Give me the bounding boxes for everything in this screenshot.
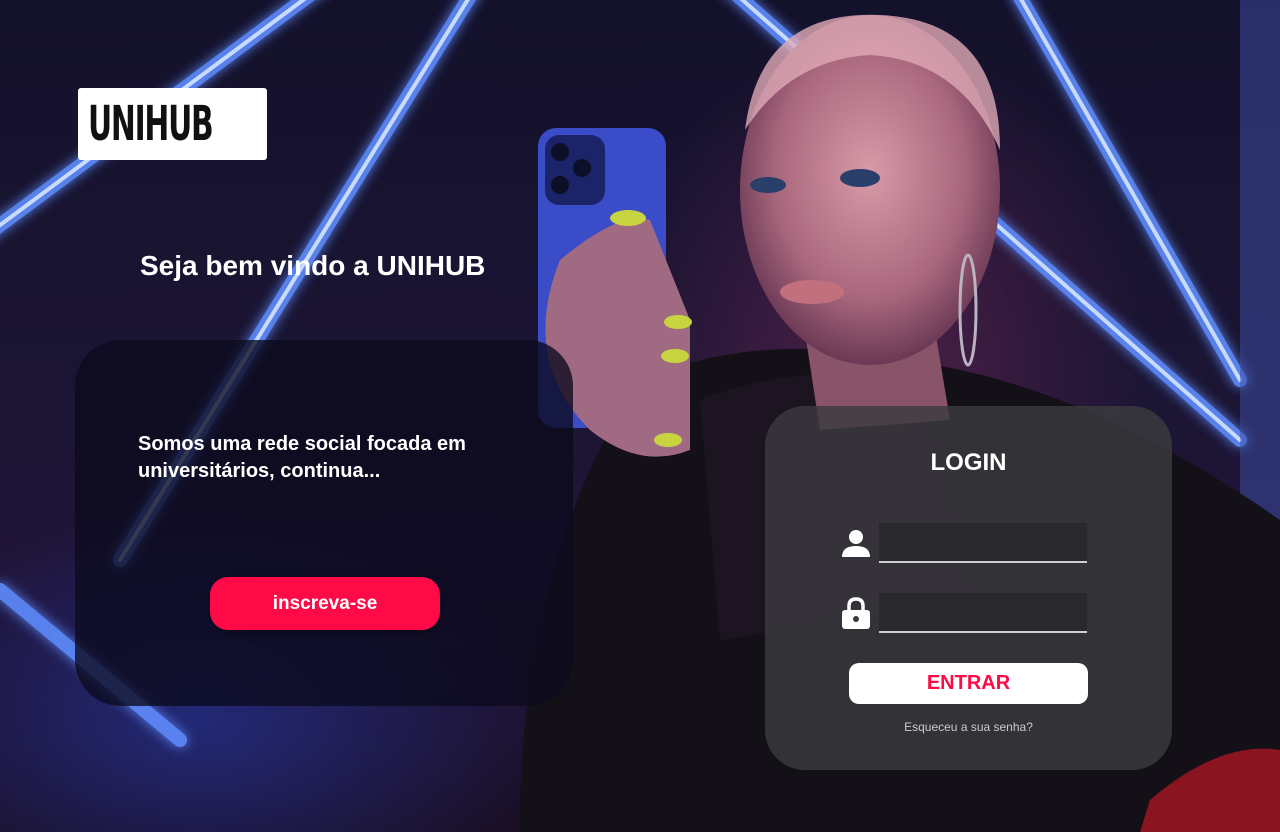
welcome-heading: Seja bem vindo a UNIHUB xyxy=(140,250,486,281)
login-page: UNIHUB Seja bem vindo a UNIHUB Somos uma… xyxy=(0,0,1280,832)
brand-logo[interactable]: UNIHUB xyxy=(78,88,267,160)
signup-button[interactable]: inscreva-se xyxy=(210,577,440,630)
password-row xyxy=(841,593,1087,633)
login-submit-button[interactable]: ENTRAR xyxy=(849,663,1088,704)
info-description: Somos uma rede social focada em universi… xyxy=(138,433,466,482)
info-card: Somos uma rede social focada em universi… xyxy=(75,340,573,706)
login-title: LOGIN xyxy=(930,449,1007,476)
lock-icon xyxy=(841,596,871,630)
login-card: LOGIN ENTRAR Esqueceu a sua senha? xyxy=(765,406,1172,770)
user-icon xyxy=(841,526,871,560)
username-input[interactable] xyxy=(879,523,1087,563)
username-row xyxy=(841,523,1087,563)
logo-wordmark: UNIHUB xyxy=(88,96,214,152)
password-input[interactable] xyxy=(879,593,1087,633)
forgot-password-link[interactable]: Esqueceu a sua senha? xyxy=(765,720,1172,734)
